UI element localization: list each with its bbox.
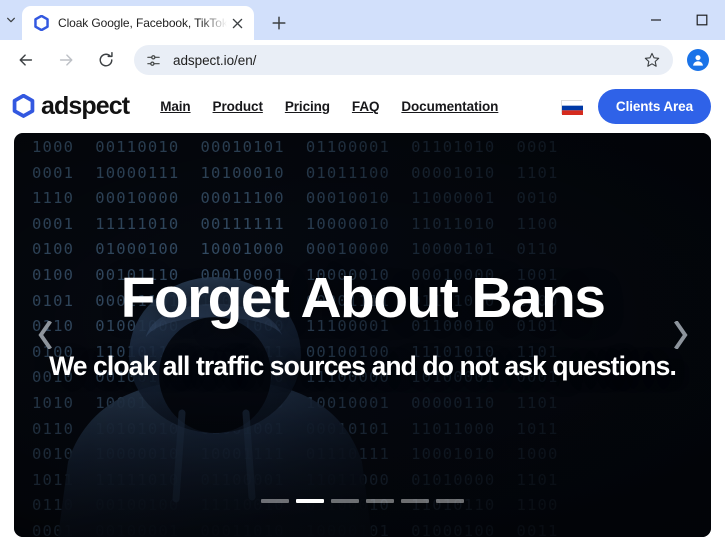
url-text[interactable]: adspect.io/en/ (166, 53, 639, 68)
browser-window: Cloak Google, Facebook, TikTok adspect.i… (0, 0, 725, 542)
avatar (687, 49, 709, 71)
hero-title: Forget About Bans (120, 266, 606, 331)
site-logo[interactable]: adspect (12, 92, 130, 121)
hero-text-block: Forget About Bans We cloak all traffic s… (14, 133, 711, 537)
chevron-left-icon[interactable] (28, 313, 62, 357)
slider-dot-4[interactable] (366, 499, 394, 503)
nav-link-documentation[interactable]: Documentation (401, 99, 498, 114)
site-nav: Main Product Pricing FAQ Documentation (160, 99, 557, 114)
arrow-right-icon[interactable] (49, 43, 83, 77)
hero-banner: 1000 00110010 00010101 01100001 01101010… (14, 133, 711, 537)
tab-strip: Cloak Google, Facebook, TikTok (0, 0, 725, 40)
slider-dot-3[interactable] (331, 499, 359, 503)
nav-link-product[interactable]: Product (213, 99, 263, 114)
chevron-right-icon[interactable] (663, 313, 697, 357)
slider-dot-5[interactable] (401, 499, 429, 503)
tune-sliders-icon[interactable] (140, 47, 166, 73)
minimize-icon[interactable] (633, 0, 679, 40)
russian-flag-icon[interactable] (560, 99, 583, 115)
arrow-left-icon[interactable] (9, 43, 43, 77)
tab-title: Cloak Google, Facebook, TikTok (58, 16, 227, 30)
maximize-icon[interactable] (679, 0, 725, 40)
nav-link-pricing[interactable]: Pricing (285, 99, 330, 114)
nav-link-faq[interactable]: FAQ (352, 99, 380, 114)
site-logo-text: adspect (41, 92, 130, 120)
account-avatar-icon[interactable] (681, 43, 715, 77)
browser-tab[interactable]: Cloak Google, Facebook, TikTok (22, 6, 254, 40)
site-header: adspect Main Product Pricing FAQ Documen… (0, 80, 725, 133)
slider-dot-2[interactable] (296, 499, 324, 503)
tab-search-chevron-icon[interactable] (0, 0, 22, 40)
hexagon-logo-icon (33, 15, 49, 31)
close-icon[interactable] (227, 13, 247, 33)
new-tab-button[interactable] (262, 6, 296, 40)
hexagon-logo-icon (12, 93, 35, 120)
slider-dot-1[interactable] (261, 499, 289, 503)
clients-area-button[interactable]: Clients Area (597, 89, 711, 124)
star-icon[interactable] (639, 47, 665, 73)
nav-link-main[interactable]: Main (160, 99, 190, 114)
reload-icon[interactable] (89, 43, 123, 77)
hero-subtitle: We cloak all traffic sources and do not … (49, 351, 677, 382)
browser-toolbar: adspect.io/en/ (0, 40, 725, 80)
slider-indicators (14, 499, 711, 503)
address-bar[interactable]: adspect.io/en/ (134, 45, 673, 75)
window-controls (633, 0, 725, 40)
web-page-content: adspect Main Product Pricing FAQ Documen… (0, 80, 725, 542)
slider-dot-6[interactable] (436, 499, 464, 503)
